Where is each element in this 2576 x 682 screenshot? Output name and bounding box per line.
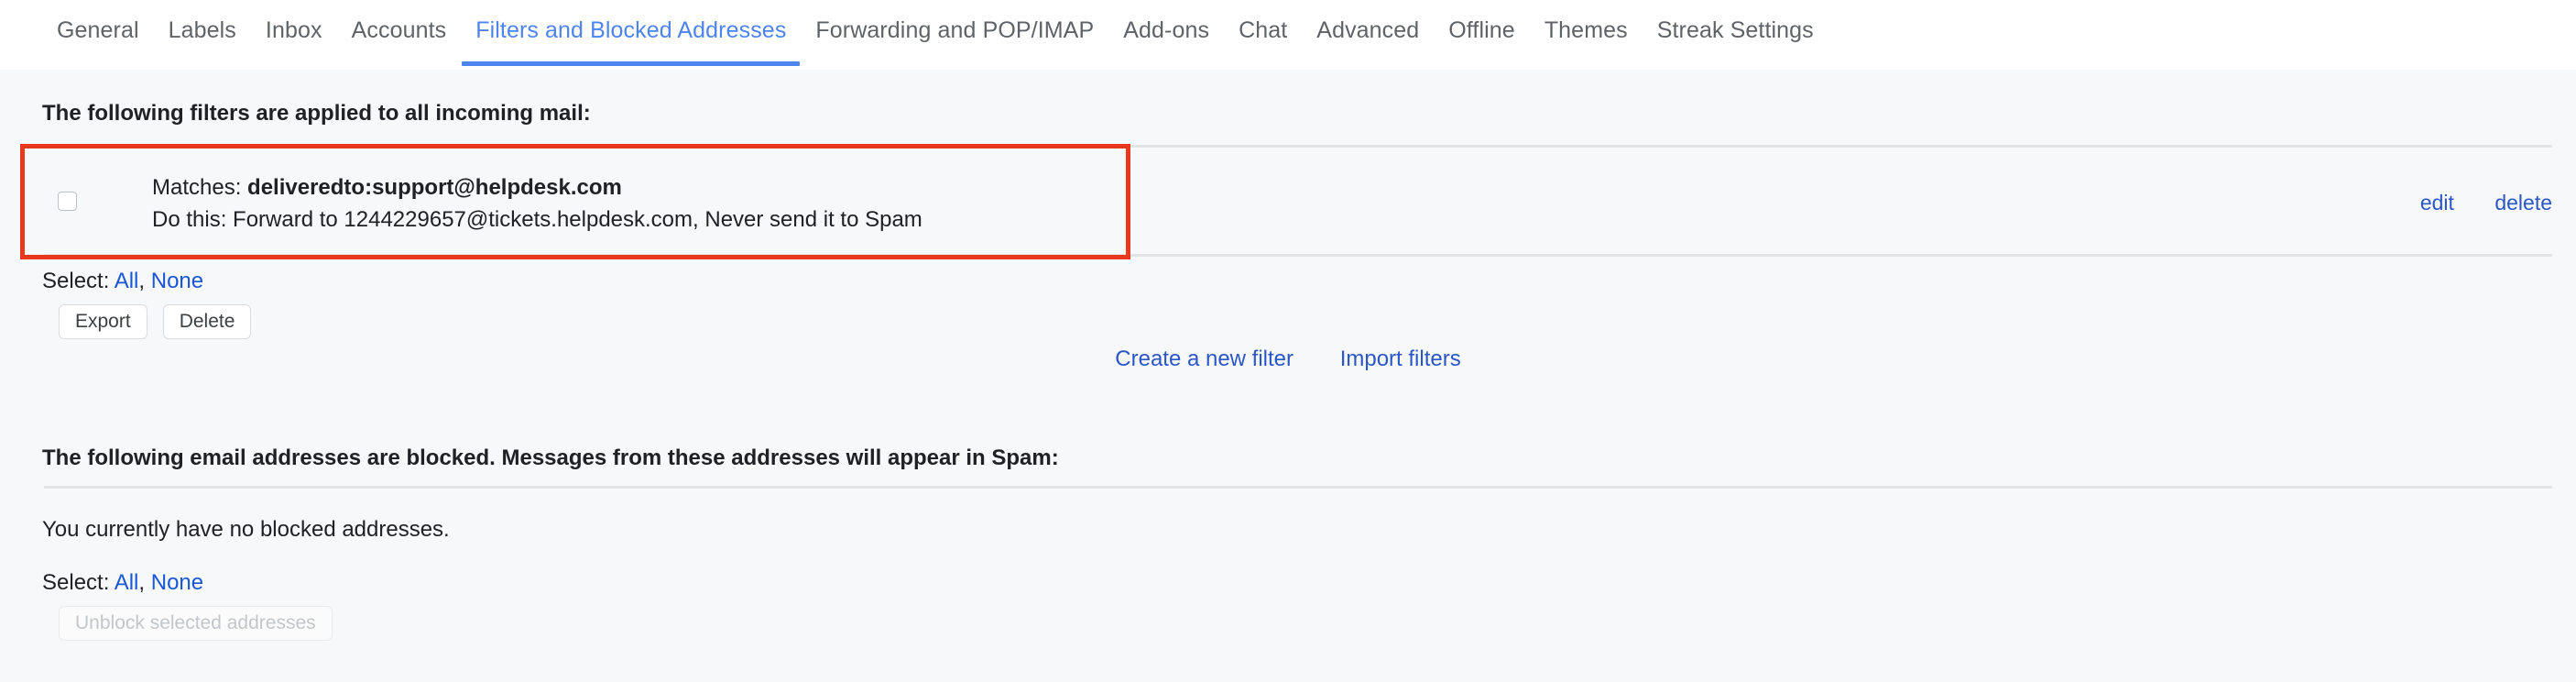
blocked-section-divider bbox=[44, 486, 2552, 489]
settings-tab-bar: General Labels Inbox Accounts Filters an… bbox=[0, 0, 2576, 70]
filters-select-separator: , bbox=[138, 269, 146, 293]
tab-offline[interactable]: Offline bbox=[1434, 0, 1530, 66]
blocked-select-separator: , bbox=[138, 570, 146, 595]
filter-matches-value: deliveredto:support@helpdesk.com bbox=[247, 175, 622, 200]
filters-center-links: Create a new filter Import filters bbox=[0, 346, 2576, 372]
filters-select-none-link[interactable]: None bbox=[151, 269, 203, 293]
tab-add-ons[interactable]: Add-ons bbox=[1108, 0, 1224, 66]
blocked-select-label: Select: bbox=[42, 570, 110, 595]
tab-accounts[interactable]: Accounts bbox=[337, 0, 462, 66]
import-filters-link[interactable]: Import filters bbox=[1340, 346, 1461, 371]
filter-row-actions: edit delete bbox=[2210, 191, 2576, 215]
filter-matches-label: Matches: bbox=[152, 175, 242, 200]
filter-row-description: Matches: deliveredto:support@helpdesk.co… bbox=[152, 171, 922, 236]
tab-chat[interactable]: Chat bbox=[1224, 0, 1302, 66]
blocked-select-all-link[interactable]: All bbox=[115, 570, 139, 595]
blocked-select-row: Select: All, None bbox=[42, 570, 203, 596]
blocked-empty-message: You currently have no blocked addresses. bbox=[42, 517, 450, 542]
filter-matches-line: Matches: deliveredto:support@helpdesk.co… bbox=[152, 171, 922, 204]
tab-labels[interactable]: Labels bbox=[154, 0, 251, 66]
blocked-section-title: The following email addresses are blocke… bbox=[42, 446, 1059, 470]
tab-advanced[interactable]: Advanced bbox=[1302, 0, 1434, 66]
filters-select-row: Select: All, None bbox=[42, 269, 203, 294]
unblock-selected-addresses-button[interactable]: Unblock selected addresses bbox=[59, 606, 333, 641]
blocked-select-none-link[interactable]: None bbox=[151, 570, 203, 595]
filter-row-checkbox[interactable] bbox=[58, 192, 77, 211]
tab-forwarding-and-pop-imap[interactable]: Forwarding and POP/IMAP bbox=[801, 0, 1108, 66]
blocked-button-row: Unblock selected addresses bbox=[59, 606, 333, 641]
tab-inbox[interactable]: Inbox bbox=[251, 0, 337, 66]
delete-filters-button[interactable]: Delete bbox=[162, 304, 252, 339]
filter-dothis-line: Do this: Forward to 1244229657@tickets.h… bbox=[152, 204, 922, 236]
create-new-filter-link[interactable]: Create a new filter bbox=[1115, 346, 1293, 371]
tab-filters-and-blocked-addresses[interactable]: Filters and Blocked Addresses bbox=[461, 0, 801, 66]
filters-button-row: Export Delete bbox=[59, 304, 252, 339]
filter-dothis-value: Forward to 1244229657@tickets.helpdesk.c… bbox=[233, 207, 922, 232]
filter-delete-link[interactable]: delete bbox=[2494, 191, 2552, 214]
filters-select-label: Select: bbox=[42, 269, 110, 293]
filter-dothis-label: Do this: bbox=[152, 207, 227, 232]
tab-themes[interactable]: Themes bbox=[1530, 0, 1643, 66]
filters-select-all-link[interactable]: All bbox=[115, 269, 139, 293]
filter-row[interactable]: Matches: deliveredto:support@helpdesk.co… bbox=[0, 148, 2576, 254]
filters-list: Matches: deliveredto:support@helpdesk.co… bbox=[0, 145, 2576, 257]
tab-streak-settings[interactable]: Streak Settings bbox=[1643, 0, 1828, 66]
tab-general[interactable]: General bbox=[42, 0, 154, 66]
filters-section-title: The following filters are applied to all… bbox=[42, 101, 591, 126]
filter-edit-link[interactable]: edit bbox=[2420, 191, 2454, 214]
export-filters-button[interactable]: Export bbox=[59, 304, 147, 339]
settings-content: The following filters are applied to all… bbox=[0, 70, 2576, 682]
filter-row-divider-bottom bbox=[44, 254, 2552, 257]
